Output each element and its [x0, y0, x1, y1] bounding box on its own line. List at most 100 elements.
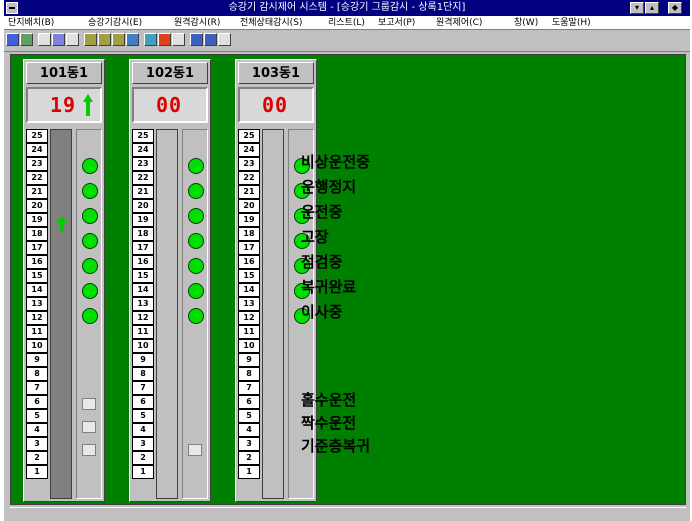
status-lamp [188, 233, 204, 249]
floor-label: 10 [26, 339, 48, 353]
floor-label: 20 [26, 199, 48, 213]
legend-inspection: 점검중 [301, 253, 343, 271]
chart-icon[interactable] [52, 33, 65, 46]
floor-label: 4 [238, 423, 260, 437]
menu-item-window[interactable]: 창(W) [514, 17, 538, 29]
floor-label: 19 [132, 213, 154, 227]
status-lamp [188, 258, 204, 274]
elevator-shaft [262, 129, 284, 499]
floor-label: 11 [238, 325, 260, 339]
search-icon[interactable] [144, 33, 157, 46]
elevator-name: 101동1 [26, 62, 102, 84]
floor-label: 23 [238, 157, 260, 171]
status-lamp [188, 208, 204, 224]
floor-label: 10 [132, 339, 154, 353]
legend-running: 운전중 [301, 203, 343, 221]
floor-readout: 00 [238, 87, 314, 123]
floor-label: 25 [238, 129, 260, 143]
status-lamp [188, 308, 204, 324]
menu-item-complex-layout[interactable]: 단지배치(B) [8, 17, 54, 29]
floor-label: 2 [26, 451, 48, 465]
elevator-name: 103동1 [238, 62, 314, 84]
status-lamp [82, 283, 98, 299]
elevator-shaft [50, 129, 72, 499]
toolbar [4, 30, 690, 52]
menu-item-remote-monitor[interactable]: 원격감시(R) [174, 17, 220, 29]
floor-label: 18 [26, 227, 48, 241]
window-tile-icon[interactable] [204, 33, 217, 46]
alarm-icon[interactable] [158, 33, 171, 46]
floor-label: 21 [238, 185, 260, 199]
status-lamp [82, 158, 98, 174]
up-arrow-icon [83, 94, 93, 116]
menu-item-elevator-monitor[interactable]: 승강기감시(E) [88, 17, 142, 29]
elevator-name: 102동1 [132, 62, 208, 84]
floor-label: 6 [132, 395, 154, 409]
home-icon[interactable] [6, 33, 19, 46]
menu-item-list[interactable]: 리스트(L) [328, 17, 365, 29]
floor-label: 8 [132, 367, 154, 381]
floor-label: 25 [132, 129, 154, 143]
floor-label: 8 [238, 367, 260, 381]
floor-label: 4 [26, 423, 48, 437]
mode-checkbox[interactable] [82, 398, 96, 410]
floor-scale: 25 24 23 22 21 20 19 18 17 16 15 14 13 1… [132, 129, 154, 497]
floor-label: 17 [26, 241, 48, 255]
floor-label: 1 [26, 465, 48, 479]
status-lamp-column [76, 129, 102, 499]
mode-checkbox[interactable] [188, 444, 202, 456]
floor-label: 19 [26, 213, 48, 227]
floor-label: 15 [132, 269, 154, 283]
view3-icon[interactable] [112, 33, 125, 46]
window-arrange-icon[interactable] [218, 33, 231, 46]
floor-label: 4 [132, 423, 154, 437]
floor-label: 15 [26, 269, 48, 283]
status-lamp [82, 208, 98, 224]
legend-emergency: 비상운전중 [301, 153, 371, 171]
floor-label: 24 [238, 143, 260, 157]
legend-base-floor-return: 기준층복귀 [301, 437, 371, 455]
floor-label: 18 [132, 227, 154, 241]
menu-item-remote-control[interactable]: 원격제어(C) [436, 17, 482, 29]
floor-label: 17 [238, 241, 260, 255]
legend-fault: 고장 [301, 228, 329, 246]
floor-label: 1 [132, 465, 154, 479]
floor-number: 00 [156, 93, 183, 117]
floor-label: 12 [238, 311, 260, 325]
mode-checkbox[interactable] [82, 444, 96, 456]
menu-item-report[interactable]: 보고서(P) [378, 17, 415, 29]
menu-item-status-monitor[interactable]: 전체상태감시(S) [240, 17, 302, 29]
minimize-icon[interactable]: ▾ [630, 2, 644, 14]
floor-label: 15 [238, 269, 260, 283]
maximize-icon[interactable]: ▴ [645, 2, 659, 14]
map-icon[interactable] [20, 33, 33, 46]
title-bar: 승강기 감시제어 시스템 - [승강기 그룹감시 - 상록1단지] ▾ ▴ ◆ [4, 0, 690, 16]
table-icon[interactable] [66, 33, 79, 46]
menu-bar: 단지배치(B) 승강기감시(E) 원격감시(R) 전체상태감시(S) 리스트(L… [4, 16, 690, 30]
mode-checkbox[interactable] [82, 421, 96, 433]
floor-label: 14 [238, 283, 260, 297]
floor-label: 25 [26, 129, 48, 143]
legend-odd-floor: 홀수운전 [301, 391, 357, 409]
monitor-icon[interactable] [126, 33, 139, 46]
floor-label: 11 [26, 325, 48, 339]
view1-icon[interactable] [84, 33, 97, 46]
elevator-panel-101: 101동1 19 25 24 23 22 21 20 19 18 17 16 1… [23, 59, 105, 502]
floor-label: 21 [26, 185, 48, 199]
floor-label: 10 [238, 339, 260, 353]
grid-icon[interactable] [38, 33, 51, 46]
floor-label: 2 [238, 451, 260, 465]
print-icon[interactable] [172, 33, 185, 46]
floor-label: 3 [238, 437, 260, 451]
floor-label: 6 [238, 395, 260, 409]
restore-icon[interactable]: ◆ [668, 2, 682, 14]
window-cascade-icon[interactable] [190, 33, 203, 46]
status-lamp [82, 258, 98, 274]
floor-label: 9 [26, 353, 48, 367]
elevator-shaft [156, 129, 178, 499]
floor-label: 24 [26, 143, 48, 157]
floor-label: 6 [26, 395, 48, 409]
floor-label: 23 [26, 157, 48, 171]
menu-item-help[interactable]: 도움말(H) [552, 17, 591, 29]
view2-icon[interactable] [98, 33, 111, 46]
